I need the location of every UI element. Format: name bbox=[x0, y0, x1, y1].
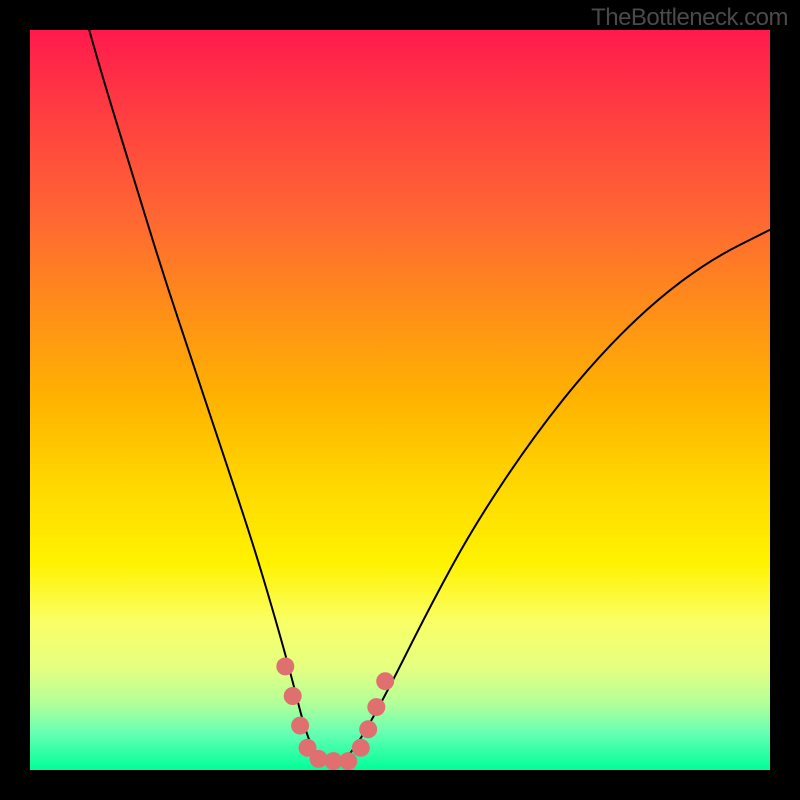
valley-marker bbox=[352, 739, 370, 757]
valley-markers bbox=[276, 657, 394, 770]
valley-marker bbox=[284, 687, 302, 705]
valley-marker bbox=[376, 672, 394, 690]
valley-marker bbox=[367, 698, 385, 716]
valley-marker bbox=[359, 720, 377, 738]
chart-plot-area bbox=[30, 30, 770, 770]
valley-marker bbox=[291, 717, 309, 735]
valley-marker bbox=[276, 657, 294, 675]
bottleneck-curve-svg bbox=[30, 30, 770, 770]
bottleneck-curve bbox=[89, 30, 770, 763]
watermark-text: TheBottleneck.com bbox=[591, 4, 788, 32]
valley-marker bbox=[339, 752, 357, 770]
